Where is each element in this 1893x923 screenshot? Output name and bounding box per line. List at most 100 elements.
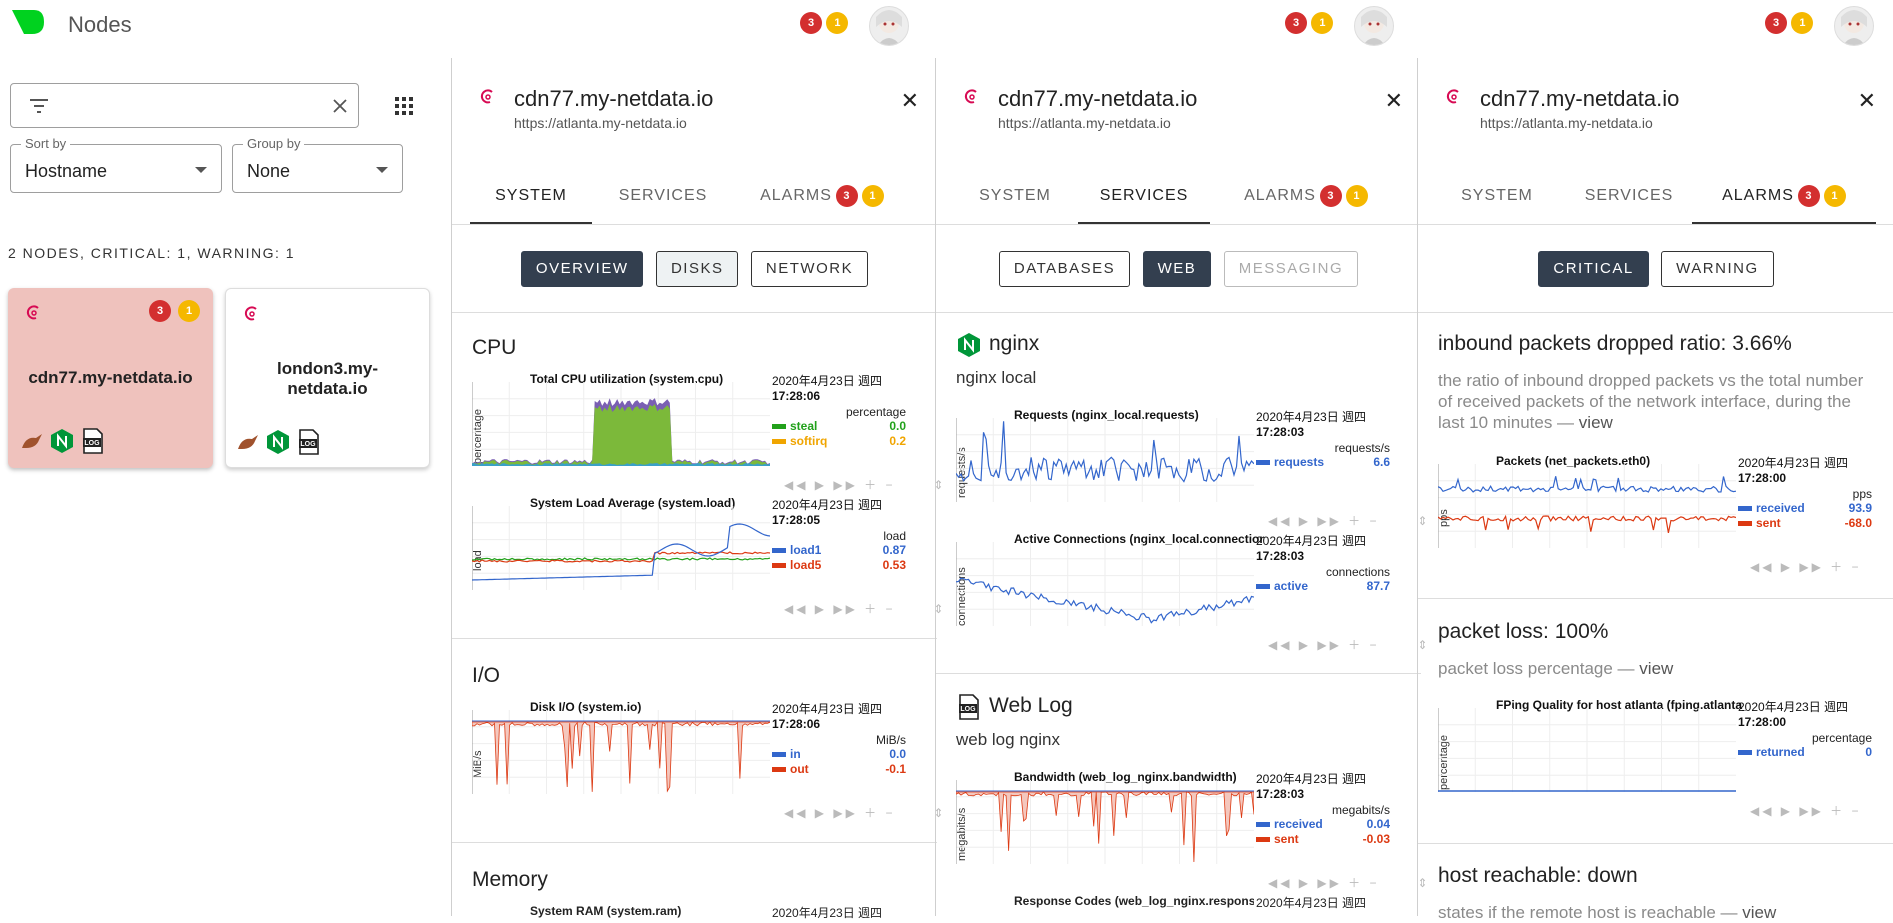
legend-swatch: [772, 424, 786, 430]
view-link[interactable]: view: [1579, 413, 1613, 432]
avatar[interactable]: [1354, 6, 1394, 46]
legend-series[interactable]: out -0.1: [772, 762, 912, 777]
divider: [452, 842, 937, 843]
chart-cpu[interactable]: Total CPU utilization (system.cpu) percen…: [472, 372, 944, 493]
messaging-button[interactable]: MESSAGING: [1223, 251, 1359, 287]
chart-nginx-requests[interactable]: Requests (nginx_local.requests) requests/…: [956, 408, 1428, 529]
databases-button[interactable]: DATABASES: [998, 251, 1131, 287]
view-link[interactable]: view: [1639, 659, 1673, 678]
chart-plot[interactable]: [472, 506, 770, 590]
chart-plot[interactable]: [1438, 464, 1736, 548]
tab-alarms[interactable]: ALARMS 3 1: [742, 174, 902, 222]
chart-plot[interactable]: [956, 418, 1254, 502]
log-icon: LOG: [299, 429, 319, 455]
nginx-icon: [51, 429, 73, 453]
legend-series[interactable]: load1 0.87: [772, 543, 912, 558]
clear-icon[interactable]: [332, 98, 348, 114]
chart-plot[interactable]: [956, 542, 1254, 626]
series-area-user: [472, 404, 770, 466]
warning-badge: 1: [1311, 12, 1334, 34]
chart-controls[interactable]: ◀◀ ▶ ▶▶ ＋ − ⇕: [1268, 512, 1428, 529]
overview-button[interactable]: OVERVIEW: [520, 251, 644, 287]
legend-series[interactable]: sent -68.0: [1738, 516, 1878, 531]
chart-load[interactable]: System Load Average (system.load) load 20…: [472, 496, 944, 617]
chart-legend: 2020年4月23日 週四 17:28:03 requests/s request…: [1256, 408, 1396, 470]
chart-controls[interactable]: ◀◀ ▶ ▶▶ ＋ − ⇕: [784, 804, 944, 821]
panel-url[interactable]: https://atlanta.my-netdata.io: [1480, 115, 1653, 131]
tab-system[interactable]: SYSTEM: [954, 174, 1076, 222]
chart-controls[interactable]: ◀◀ ▶ ▶▶ ＋ − ⇕: [1268, 636, 1428, 653]
panel-url[interactable]: https://atlanta.my-netdata.io: [514, 115, 687, 131]
search-field[interactable]: [10, 83, 359, 128]
panel-url[interactable]: https://atlanta.my-netdata.io: [998, 115, 1171, 131]
tab-system[interactable]: SYSTEM: [470, 174, 592, 224]
legend-series-value: 0.04: [1366, 817, 1390, 831]
view-link[interactable]: view: [1742, 903, 1776, 922]
chart-controls[interactable]: ◀◀ ▶ ▶▶ ＋ − ⇕: [1750, 558, 1893, 575]
node-card[interactable]: 3 1 cdn77.my-netdata.io LOG: [8, 288, 213, 468]
web-button[interactable]: WEB: [1142, 251, 1212, 287]
chart-nginx-connections[interactable]: Active Connections (nginx_local.connecti…: [956, 532, 1428, 653]
sort-by-label: Sort by: [21, 136, 71, 151]
tab-label: SERVICES: [1584, 187, 1674, 204]
chart-controls[interactable]: ◀◀ ▶ ▶▶ ＋ − ⇕: [784, 600, 944, 617]
group-by-select[interactable]: Group by None: [232, 136, 403, 193]
chart-controls[interactable]: ◀◀ ▶ ▶▶ ＋ − ⇕: [1750, 802, 1893, 819]
header-alarm-badges[interactable]: 3 1: [1765, 12, 1814, 34]
legend-series[interactable]: received 0.04: [1256, 817, 1396, 832]
tab-alarms[interactable]: ALARMS 3 1: [1226, 174, 1386, 222]
grid-view-icon[interactable]: [392, 94, 416, 118]
close-icon[interactable]: ✕: [1858, 88, 1876, 114]
legend-series[interactable]: active 87.7: [1256, 579, 1396, 594]
tab-services[interactable]: SERVICES: [1078, 174, 1210, 224]
node-card[interactable]: london3.my-netdata.io LOG: [225, 288, 430, 468]
disks-button[interactable]: DISKS: [655, 251, 739, 287]
header-alarm-badges[interactable]: 3 1: [800, 12, 849, 34]
close-icon[interactable]: ✕: [901, 88, 919, 114]
legend-series-value: 0.87: [882, 543, 906, 557]
tab-system[interactable]: SYSTEM: [1436, 174, 1558, 222]
section-title-weblog: Web Log: [989, 694, 1073, 717]
legend-series[interactable]: steal 0.0: [772, 419, 912, 434]
legend-series[interactable]: load5 0.53: [772, 558, 912, 573]
chart-controls[interactable]: ◀◀ ▶ ▶▶ ＋ − ⇕: [784, 476, 944, 493]
legend-series-name: load1: [790, 543, 822, 557]
legend-series[interactable]: in 0.0: [772, 747, 912, 762]
legend-series[interactable]: requests 6.6: [1256, 455, 1396, 470]
tab-label: ALARMS: [1244, 187, 1316, 204]
chart-plot[interactable]: [1438, 708, 1736, 792]
chart-plot[interactable]: [472, 382, 770, 466]
divider: [936, 312, 1421, 313]
legend-unit: megabits/s: [1331, 803, 1390, 817]
chart-fping-quality[interactable]: FPing Quality for host atlanta (fping.at…: [1438, 698, 1893, 819]
network-button[interactable]: NETWORK: [750, 251, 869, 287]
critical-button[interactable]: CRITICAL: [1538, 251, 1649, 287]
legend-swatch: [1256, 584, 1270, 590]
chart-disk-io[interactable]: Disk I/O (system.io) MiB/s 2020年4月23日 週四 …: [472, 700, 944, 821]
chart-controls[interactable]: ◀◀ ▶ ▶▶ ＋ − ⇕: [1268, 874, 1428, 891]
chart-weblog-bandwidth[interactable]: Bandwidth (web_log_nginx.bandwidth) megab…: [956, 770, 1428, 891]
avatar[interactable]: [869, 6, 909, 46]
chart-plot[interactable]: [956, 780, 1254, 864]
tab-services[interactable]: SERVICES: [1568, 174, 1690, 222]
warning-button[interactable]: WARNING: [1661, 251, 1774, 287]
legend-time: 17:28:03: [1256, 425, 1305, 439]
sort-by-select[interactable]: Sort by Hostname: [10, 136, 222, 193]
netdata-logo: [12, 10, 44, 34]
legend-swatch: [1738, 750, 1752, 756]
section-buttons: DATABASES WEB MESSAGING: [936, 251, 1421, 287]
chart-net-packets[interactable]: Packets (net_packets.eth0) pps 2020年4月23日…: [1438, 454, 1893, 575]
legend-series[interactable]: returned 0: [1738, 745, 1878, 760]
search-input[interactable]: [57, 92, 301, 120]
tab-alarms[interactable]: ALARMS 3 1: [1692, 174, 1876, 224]
legend-series[interactable]: softirq 0.2: [772, 434, 912, 449]
header-alarm-badges[interactable]: 3 1: [1285, 12, 1334, 34]
legend-time: 17:28:00: [1738, 715, 1787, 729]
tab-services[interactable]: SERVICES: [602, 174, 724, 222]
legend-series[interactable]: sent -0.03: [1256, 832, 1396, 847]
close-icon[interactable]: ✕: [1385, 88, 1403, 114]
chart-plot[interactable]: [472, 710, 770, 794]
divider: [1418, 843, 1893, 844]
legend-series[interactable]: received 93.9: [1738, 501, 1878, 516]
avatar[interactable]: [1834, 6, 1874, 46]
